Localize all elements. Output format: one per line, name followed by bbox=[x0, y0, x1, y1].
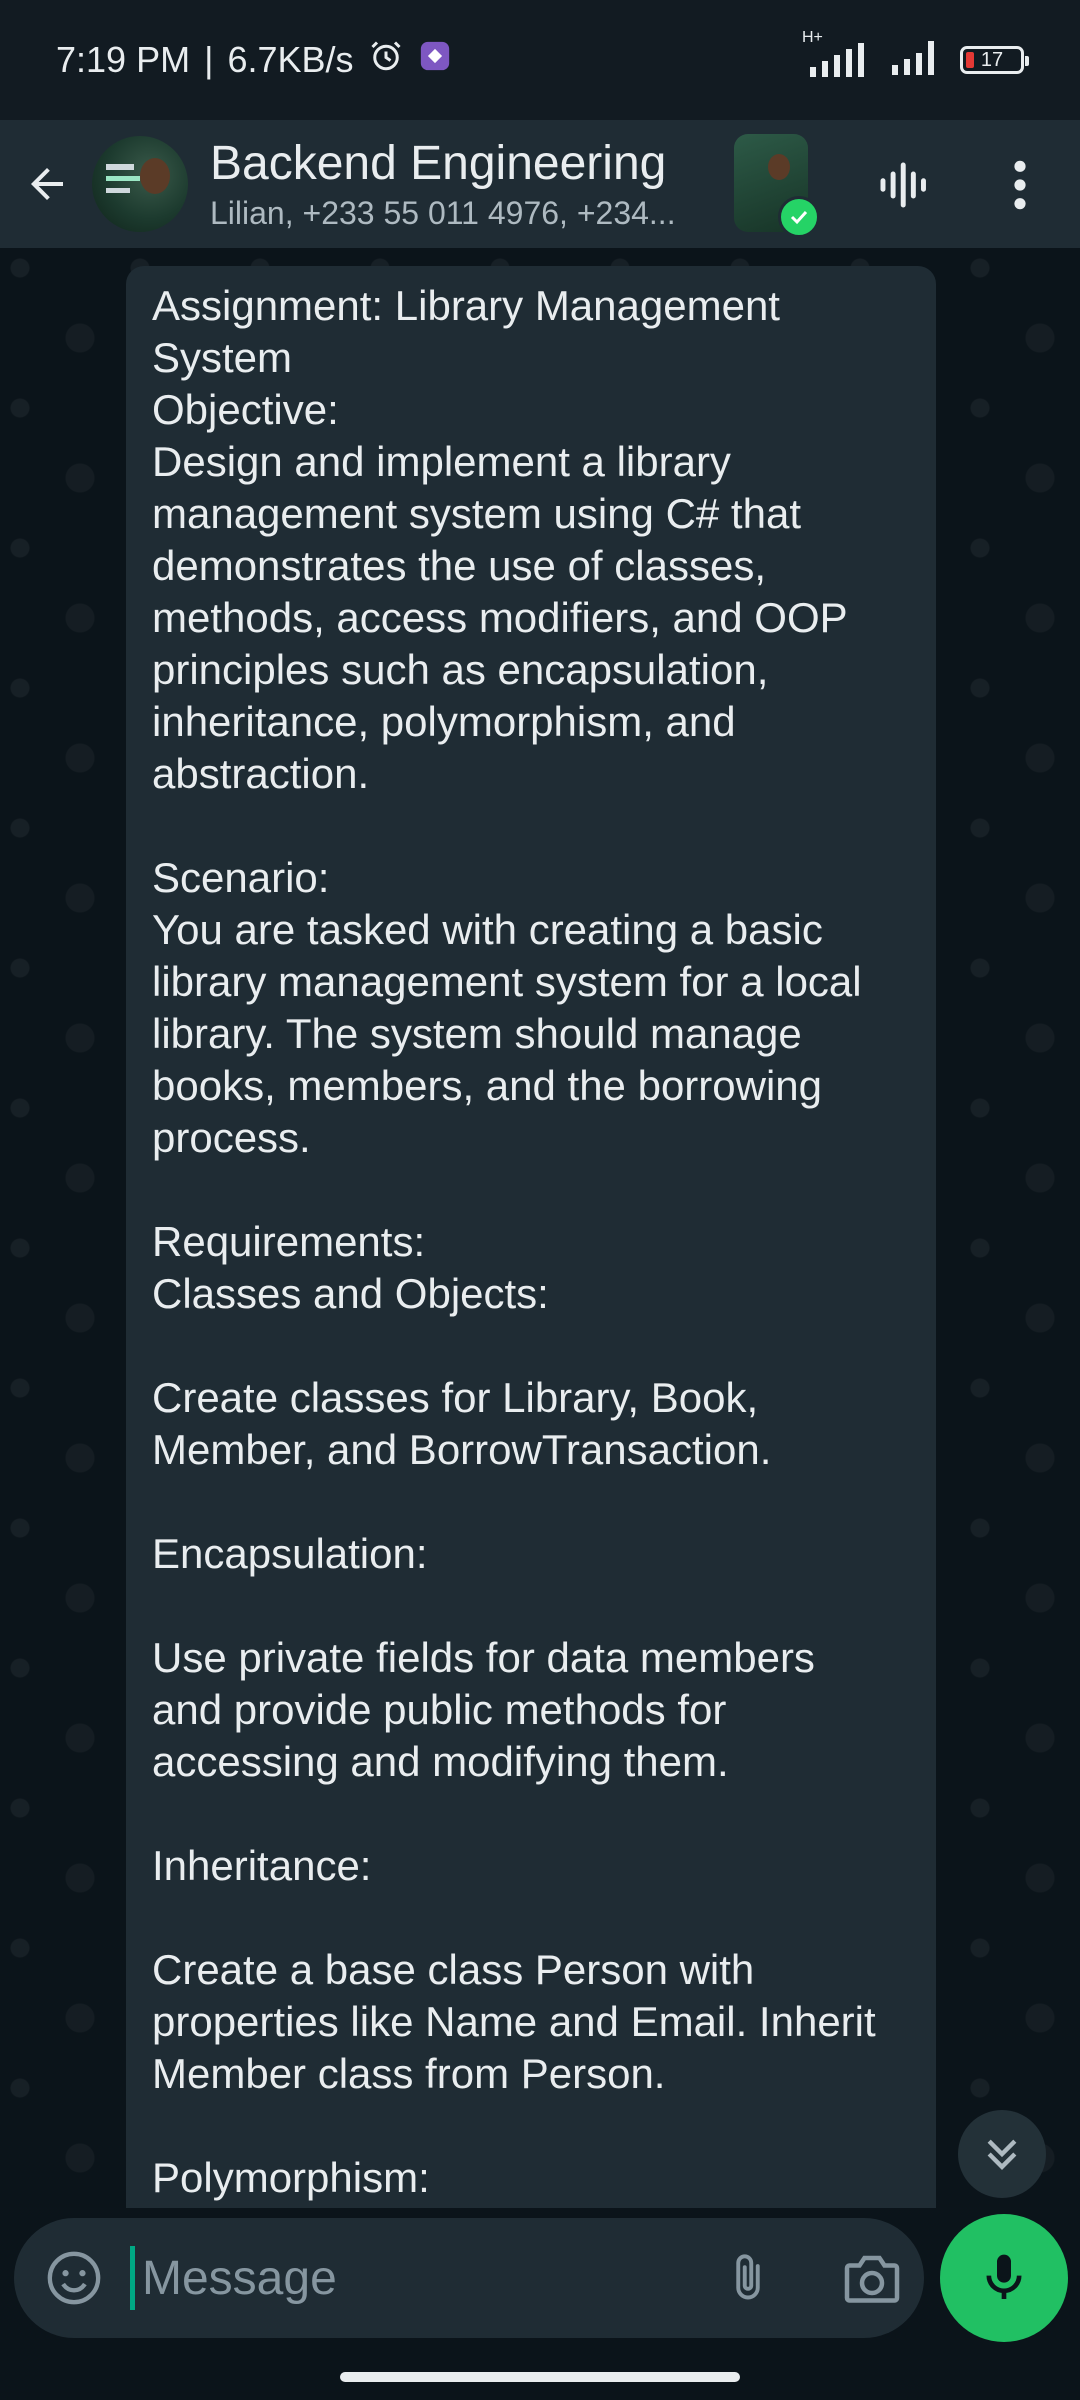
back-button[interactable] bbox=[2, 120, 92, 248]
emoji-button[interactable] bbox=[40, 2244, 108, 2312]
navigation-handle[interactable] bbox=[340, 2372, 740, 2382]
message-bubble[interactable]: Assignment: Library Management System Ob… bbox=[126, 266, 936, 2208]
scroll-to-bottom-button[interactable] bbox=[958, 2110, 1046, 2198]
network-type-label: H+ bbox=[802, 29, 823, 46]
status-left: 7:19 PM | 6.7KB/s bbox=[56, 38, 452, 83]
double-chevron-down-icon bbox=[987, 2139, 1017, 2170]
message-text: Assignment: Library Management System Ob… bbox=[152, 282, 876, 2201]
back-arrow-icon bbox=[31, 168, 63, 200]
camera-button[interactable] bbox=[834, 2244, 910, 2312]
attach-button[interactable] bbox=[714, 2244, 782, 2312]
alarm-icon bbox=[368, 38, 404, 83]
battery-level: 17 bbox=[980, 48, 1004, 71]
chat-title: Backend Engineering bbox=[210, 137, 667, 190]
battery-icon: 17 bbox=[960, 46, 1029, 74]
voice-chat-button[interactable] bbox=[868, 150, 938, 220]
chat-messages-area[interactable]: Assignment: Library Management System Ob… bbox=[0, 248, 1080, 2208]
status-thumbnail[interactable] bbox=[734, 134, 820, 238]
signal-icon: H+ bbox=[802, 29, 872, 77]
more-options-button[interactable] bbox=[990, 150, 1050, 220]
whatsapp-chat-screen: 7:19 PM | 6.7KB/s H+ 17 Backend Engineer… bbox=[0, 0, 1080, 2400]
more-vert-icon bbox=[1014, 160, 1026, 210]
app-notification-icon bbox=[418, 39, 452, 82]
chat-participants: Lilian, +233 55 011 4976, +234... bbox=[210, 195, 676, 231]
status-right: H+ 17 bbox=[802, 29, 1029, 80]
status-time: 7:19 PM bbox=[56, 39, 191, 80]
paperclip-icon bbox=[736, 2254, 760, 2300]
chat-header: Backend Engineering Lilian, +233 55 011 … bbox=[0, 120, 1080, 248]
signal-icon-2 bbox=[890, 40, 942, 80]
status-bar: 7:19 PM | 6.7KB/s H+ 17 bbox=[0, 0, 1080, 120]
chat-title-block[interactable]: Backend Engineering Lilian, +233 55 011 … bbox=[210, 135, 710, 233]
camera-icon bbox=[844, 2255, 900, 2303]
microphone-icon bbox=[986, 2254, 1022, 2299]
message-input[interactable] bbox=[130, 2240, 690, 2316]
status-separator: | bbox=[204, 39, 214, 80]
composer-pill bbox=[14, 2218, 924, 2338]
composer-bar bbox=[0, 2208, 1080, 2348]
emoji-icon bbox=[47, 2251, 101, 2305]
status-net-speed: 6.7KB/s bbox=[227, 39, 354, 80]
check-icon bbox=[778, 196, 820, 238]
group-avatar[interactable] bbox=[92, 136, 188, 232]
voice-message-button[interactable] bbox=[940, 2214, 1068, 2342]
voice-chat-icon bbox=[880, 162, 926, 208]
